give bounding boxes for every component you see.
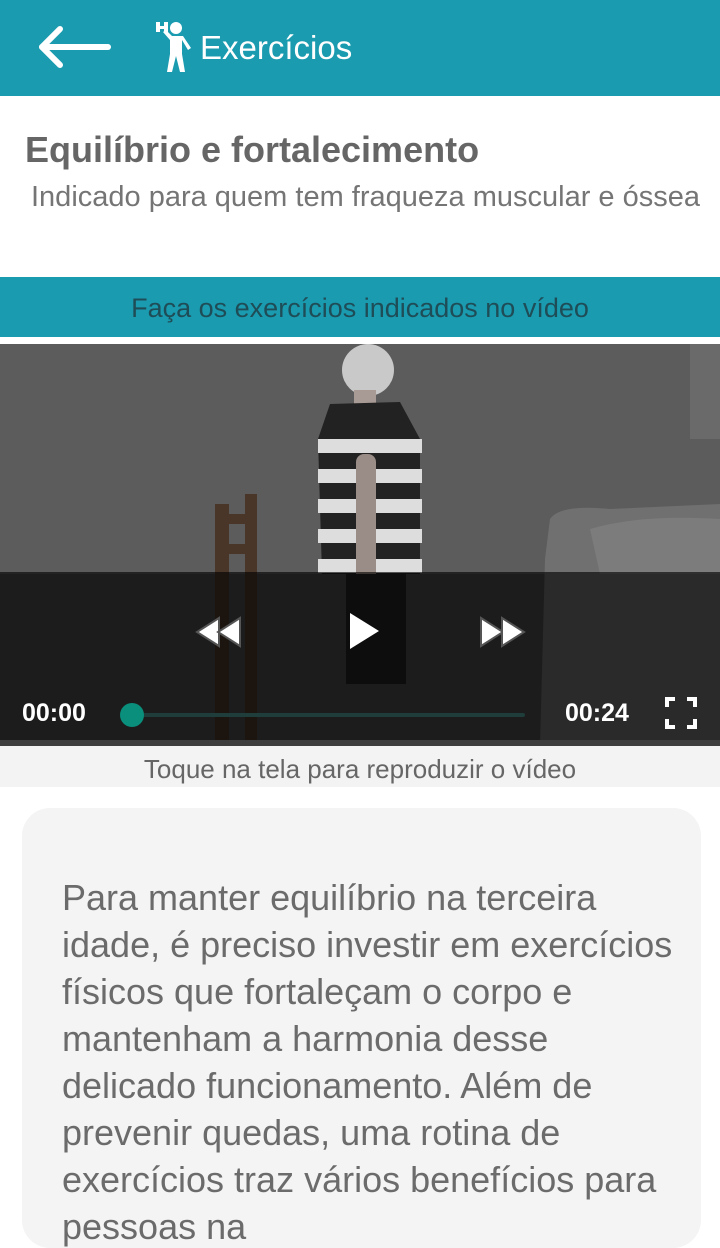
- video-hint: Toque na tela para reproduzir o vídeo: [0, 746, 720, 787]
- seek-thumb[interactable]: [120, 703, 144, 727]
- exercise-subtitle: Indicado para quem tem fraqueza muscular…: [31, 181, 700, 213]
- play-icon[interactable]: [346, 610, 382, 652]
- exercise-title: Equilíbrio e fortalecimento: [25, 129, 480, 170]
- fast-forward-icon[interactable]: [478, 612, 528, 652]
- description-card: Para manter equilíbrio na terceira idade…: [22, 808, 701, 1248]
- duration-time: 00:24: [565, 699, 629, 727]
- back-button[interactable]: [30, 18, 114, 76]
- description-text: Para manter equilíbrio na terceira idade…: [62, 877, 673, 1247]
- rewind-icon[interactable]: [193, 612, 243, 652]
- arrow-left-icon: [39, 26, 111, 68]
- app-bar: Exercícios: [0, 0, 720, 96]
- video-player[interactable]: 00:00 00:24: [0, 344, 720, 746]
- app-title: Exercícios: [200, 29, 353, 66]
- fullscreen-icon[interactable]: [664, 696, 698, 730]
- current-time: 00:00: [22, 699, 86, 727]
- seek-bar[interactable]: [132, 713, 525, 717]
- instruction-banner: Faça os exercícios indicados no vídeo: [0, 277, 720, 337]
- person-dumbbell-icon: [156, 22, 191, 72]
